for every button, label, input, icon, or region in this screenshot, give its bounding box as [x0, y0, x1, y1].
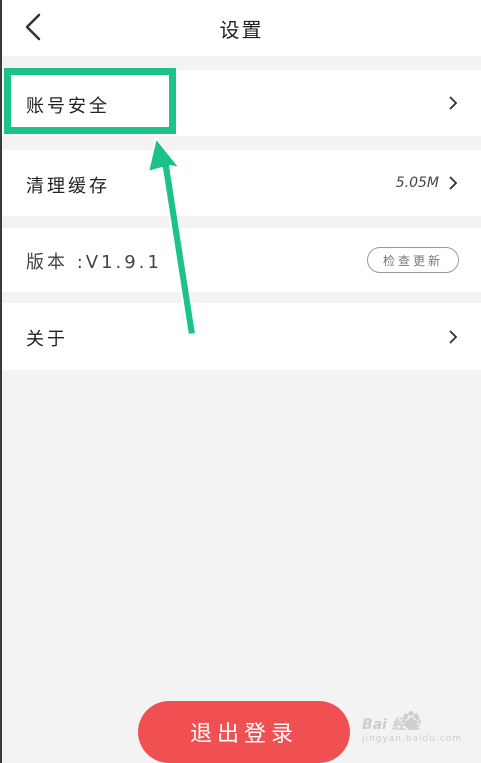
cache-size: 5.05M [395, 175, 439, 191]
clear-cache-row[interactable]: 清理缓存 5.05M [2, 150, 481, 216]
about-label: 关于 [26, 329, 68, 350]
page-title: 设置 [219, 18, 264, 42]
chevron-right-icon [449, 176, 458, 190]
chevron-right-icon [449, 330, 458, 344]
clear-cache-label: 清理缓存 [26, 176, 110, 197]
logout-button[interactable]: 退出登录 [138, 701, 350, 763]
annotation-arrow-icon [147, 137, 197, 336]
watermark: Bai 经验 jingyan.baidu.com [362, 710, 472, 750]
about-row[interactable]: 关于 [2, 303, 481, 370]
check-update-button[interactable]: 检查更新 [367, 247, 459, 273]
paw-logo-icon [403, 711, 419, 729]
highlight-box [4, 68, 176, 134]
chevron-right-icon [449, 96, 458, 110]
top-bar: 设置 [2, 0, 481, 56]
watermark-sub: jingyan.baidu.com [362, 734, 463, 744]
version-row: 版本 :V1.9.1 检查更新 [2, 228, 481, 292]
